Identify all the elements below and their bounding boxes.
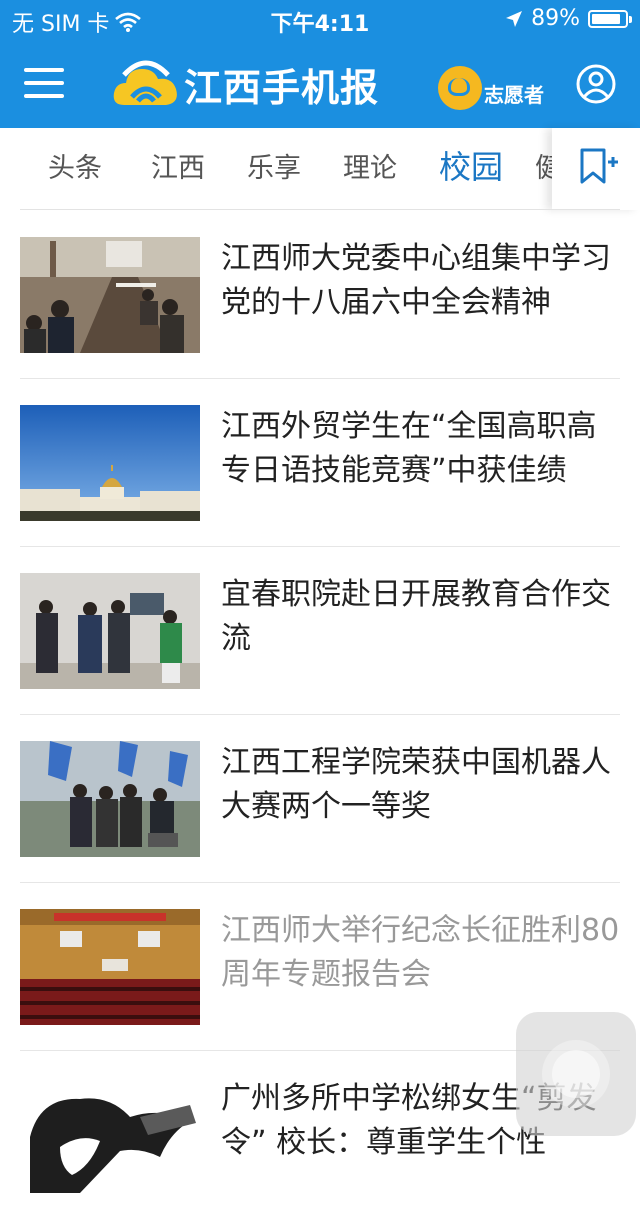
menu-icon-line xyxy=(24,94,64,98)
app-logo: 江西手机报 xyxy=(110,54,379,114)
news-title: 江西工程学院荣获中国机器人大赛两个一等奖 xyxy=(221,745,611,824)
tab-leisure[interactable]: 乐享 xyxy=(247,146,301,185)
channel-tabs: 头条 江西 乐享 理论 校园 健 xyxy=(0,128,640,210)
news-thumbnail xyxy=(20,573,200,689)
status-right: 89% xyxy=(505,6,632,31)
volunteer-label: 志愿者 xyxy=(484,83,544,107)
news-title: 江西师大举行纪念长征胜利80周年专题报告会 xyxy=(221,913,620,992)
tab-jiangxi[interactable]: 江西 xyxy=(151,146,205,185)
news-thumbnail xyxy=(20,405,200,521)
list-item[interactable]: 江西外贸学生在“全国高职高专日语技能竞赛”中获佳绩 xyxy=(20,379,620,547)
list-item[interactable]: 宜春职院赴日开展教育合作交流 xyxy=(20,547,620,715)
battery-level xyxy=(592,13,620,24)
user-profile-icon[interactable] xyxy=(576,64,616,104)
tab-strip: 头条 江西 乐享 理论 校园 健 xyxy=(0,128,552,210)
news-title: 江西师大党委中心组集中学习党的十八届六中全会精神 xyxy=(221,241,611,320)
add-channel-button[interactable] xyxy=(552,128,640,210)
menu-icon-line xyxy=(24,68,64,72)
news-thumbnail xyxy=(20,237,200,353)
tab-campus[interactable]: 校园 xyxy=(439,142,503,188)
list-item[interactable]: 江西工程学院荣获中国机器人大赛两个一等奖 xyxy=(20,715,620,883)
location-arrow-icon xyxy=(506,10,523,27)
nav-bar: 江西手机报 志愿者 xyxy=(0,40,640,128)
logo-cloud-icon xyxy=(113,60,177,105)
tab-divider xyxy=(20,209,620,210)
volunteer-button[interactable]: 志愿者 xyxy=(438,60,544,110)
menu-icon-line xyxy=(24,81,64,85)
assistive-touch-button[interactable] xyxy=(516,1012,636,1136)
volunteer-icon xyxy=(438,66,482,110)
assistive-touch-core xyxy=(552,1050,600,1098)
tab-theory[interactable]: 理论 xyxy=(343,146,397,185)
news-thumbnail xyxy=(20,741,200,857)
status-bar: 无 SIM 卡 下午4:11 89% xyxy=(0,0,640,40)
tab-headline[interactable]: 头条 xyxy=(48,146,102,185)
news-thumbnail xyxy=(20,1077,200,1193)
bookmark-add-icon xyxy=(580,148,618,184)
news-title: 江西外贸学生在“全国高职高专日语技能竞赛”中获佳绩 xyxy=(221,409,597,488)
menu-button[interactable] xyxy=(24,68,64,100)
news-thumbnail xyxy=(20,909,200,1025)
battery-icon xyxy=(588,9,632,28)
battery-percent: 89% xyxy=(531,6,580,31)
list-item[interactable]: 江西师大党委中心组集中学习党的十八届六中全会精神 xyxy=(20,211,620,379)
news-title: 宜春职院赴日开展教育合作交流 xyxy=(221,577,611,656)
app-name: 江西手机报 xyxy=(184,65,380,110)
tab-health[interactable]: 健 xyxy=(535,146,552,185)
top-header: 无 SIM 卡 下午4:11 89% 江西手机报 志愿者 xyxy=(0,0,640,128)
